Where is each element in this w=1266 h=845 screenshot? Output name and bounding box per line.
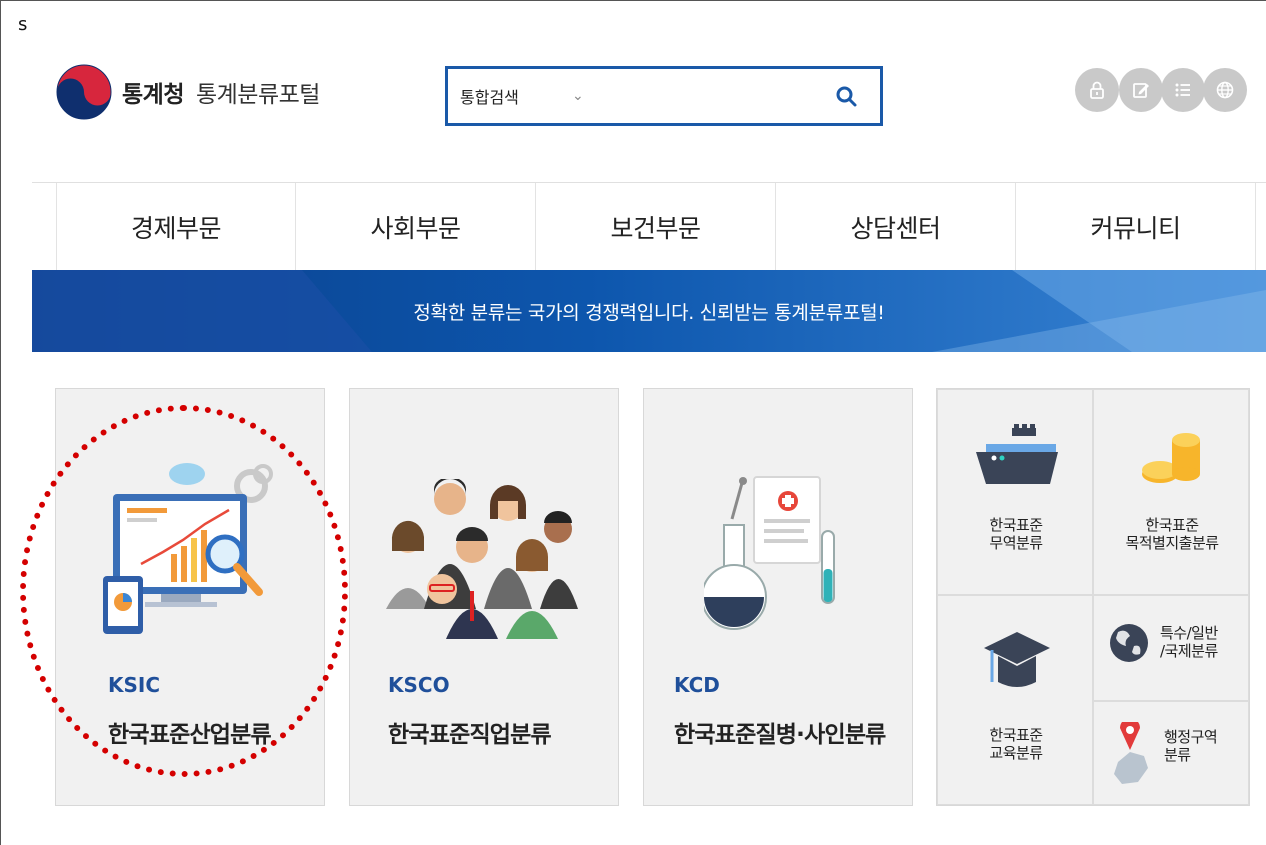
admin-region-classification-card[interactable]: 행정구역 분류: [1093, 701, 1249, 805]
language-button[interactable]: [1203, 68, 1247, 112]
industry-analytics-icon: [103, 463, 273, 634]
label-line: 교육분류: [989, 744, 1043, 762]
label-line: 행정구역: [1164, 728, 1218, 746]
special-international-classification-card[interactable]: 특수/일반 /국제분류: [1093, 595, 1249, 701]
corner-label: s: [18, 14, 28, 35]
map-pin-icon: [1114, 722, 1148, 784]
card-code: KCD: [674, 673, 720, 697]
ksco-card[interactable]: KSCO 한국표준직업분류: [349, 388, 619, 806]
globe-icon: [1110, 624, 1148, 662]
label-line: /국제분류: [1160, 642, 1218, 660]
nav-item-health[interactable]: 보건부문: [536, 183, 776, 270]
search-input[interactable]: [602, 69, 826, 123]
banner-text: 정확한 분류는 국가의 경쟁력입니다. 신뢰받는 통계분류포털!: [413, 301, 885, 324]
card-title: 한국표준질병·사인분류: [674, 722, 886, 748]
logo-emblem-icon: [56, 64, 112, 120]
label-line: 특수/일반: [1160, 624, 1218, 642]
kcd-card[interactable]: KCD 한국표준질병·사인분류: [643, 388, 913, 806]
list-button[interactable]: [1161, 68, 1205, 112]
nav-item-economy[interactable]: 경제부문: [56, 183, 296, 270]
card-title: 한국표준산업분류: [108, 722, 272, 748]
label-line: 무역분류: [989, 534, 1043, 552]
label-line: 목적별지출분류: [1125, 534, 1219, 552]
occupation-people-icon: [386, 479, 578, 639]
expenditure-classification-card[interactable]: 한국표준 목적별지출분류: [1093, 389, 1249, 595]
label-line: 한국표준: [989, 726, 1043, 744]
trade-classification-card[interactable]: 한국표준 무역분류: [937, 389, 1093, 595]
search-scope-select[interactable]: 통합검색: [460, 84, 572, 108]
lock-button[interactable]: [1075, 68, 1119, 112]
edit-icon: [1133, 83, 1149, 98]
main-nav: 경제부문 사회부문 보건부문 상담센터 커뮤니티: [32, 182, 1266, 270]
globe-icon: [1216, 81, 1234, 99]
education-classification-card[interactable]: 한국표준 교육분류: [937, 595, 1093, 805]
ksic-card[interactable]: KSIC 한국표준산업분류: [55, 388, 325, 806]
label-line: 한국표준: [989, 516, 1043, 534]
search-bar: 통합검색 ⌄: [445, 66, 883, 126]
card-title: 한국표준직업분류: [388, 722, 552, 748]
card-code: KSIC: [108, 673, 161, 697]
chevron-down-icon[interactable]: ⌄: [572, 88, 602, 104]
label-line: 한국표준: [1145, 516, 1199, 534]
list-icon: [1175, 83, 1190, 97]
nav-item-society[interactable]: 사회부문: [296, 183, 536, 270]
nav-item-consulting[interactable]: 상담센터: [776, 183, 1016, 270]
small-cards-grid: 한국표준 무역분류 한국표준 목적별지출분류 한국표준 교육분류 특수/일반 /…: [936, 388, 1250, 806]
coins-icon: [1142, 433, 1200, 483]
ship-icon: [976, 424, 1058, 484]
lock-icon: [1090, 81, 1104, 99]
label-line: 분류: [1164, 746, 1191, 764]
edit-button[interactable]: [1119, 68, 1163, 112]
slogan-banner: 정확한 분류는 국가의 경쟁력입니다. 신뢰받는 통계분류포털!: [32, 270, 1266, 352]
nav-item-community[interactable]: 커뮤니티: [1016, 183, 1256, 270]
search-button[interactable]: [826, 76, 866, 116]
search-icon: [836, 86, 857, 107]
card-code: KSCO: [388, 673, 450, 697]
portal-name: 통계분류포털: [195, 82, 320, 108]
medical-lab-icon: [704, 476, 835, 630]
graduation-cap-icon: [984, 632, 1050, 687]
org-name: 통계청: [122, 82, 184, 108]
site-logo[interactable]: 통계청 통계분류포털: [54, 54, 320, 130]
